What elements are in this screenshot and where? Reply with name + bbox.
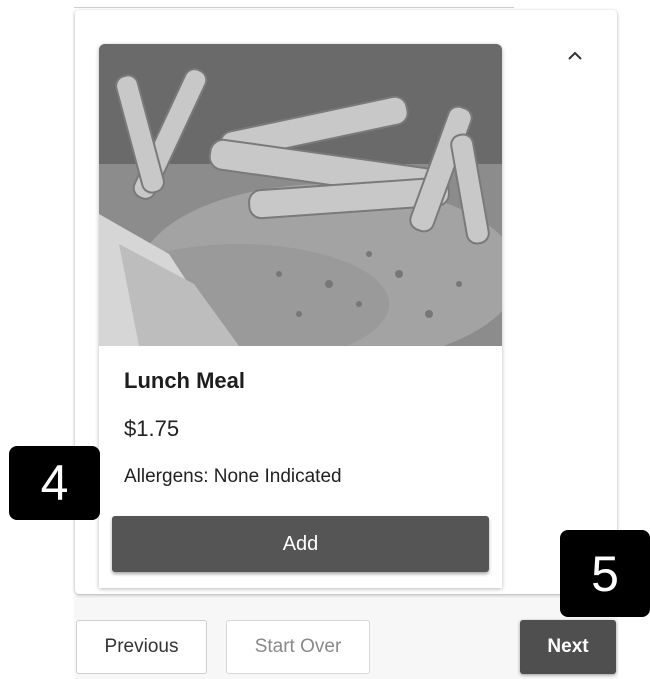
menu-item-card: Lunch Meal $1.75 Allergens: None Indicat… [99, 44, 502, 588]
step-badge-4: 4 [9, 446, 100, 520]
chevron-up-icon [568, 51, 582, 60]
food-image [99, 44, 502, 346]
previous-panel-edge [74, 0, 514, 8]
start-over-button[interactable]: Start Over [226, 620, 370, 674]
add-to-order-button[interactable]: Add [112, 516, 489, 572]
item-name: Lunch Meal [124, 368, 246, 393]
previous-button[interactable]: Previous [76, 620, 207, 674]
step-badge-5: 5 [560, 530, 650, 617]
next-button[interactable]: Next [520, 620, 616, 674]
item-price: $1.75 [124, 416, 180, 441]
collapse-section-button[interactable] [555, 40, 595, 72]
item-allergens: Allergens: None Indicated [124, 466, 342, 487]
